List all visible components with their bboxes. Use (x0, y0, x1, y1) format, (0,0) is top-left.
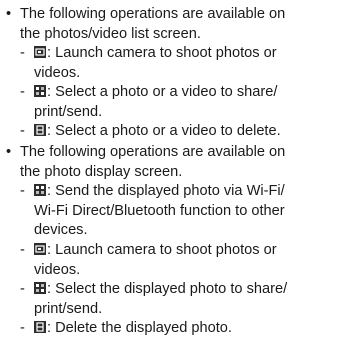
bullet-text-line: the photo display screen. (20, 163, 183, 180)
sub-item-delete: - : Delete the displayed photo. (0, 319, 232, 339)
dash: - (20, 84, 25, 100)
dash: - (20, 123, 25, 139)
sub-item-text: : Launch camera to shoot photos or (47, 242, 277, 258)
delete-icon (34, 124, 46, 136)
bullet-item-display-screen: • The following operations are available… (0, 143, 285, 182)
sub-item-delete: - : Select a photo or a video to delete. (0, 122, 281, 142)
bullet-item-list-screen: • The following operations are available… (0, 5, 285, 44)
delete-icon (34, 321, 46, 333)
sub-item-text: : Select the displayed photo to share/ (47, 281, 288, 297)
bullet-text-line: the photos/video list screen. (20, 25, 201, 42)
sub-item-text: print/send. (34, 103, 103, 120)
sub-item-text: print/send. (34, 300, 103, 317)
sub-item-camera: - : Launch camera to shoot photos or vid… (0, 241, 277, 280)
sub-item-text: devices. (34, 222, 88, 238)
sub-item-text: videos. (34, 64, 81, 81)
share-icon (34, 85, 46, 97)
sub-item-text: videos. (34, 261, 81, 278)
help-page: • The following operations are available… (0, 0, 342, 342)
sub-item-text: : Delete the displayed photo. (47, 320, 232, 336)
dash: - (20, 320, 25, 336)
camera-icon (34, 46, 46, 58)
dash: - (20, 281, 25, 297)
camera-icon (34, 243, 46, 255)
bullet-text-line: The following operations are available o… (20, 144, 286, 160)
sub-item-text: : Select a photo or a video to delete. (47, 123, 281, 139)
sub-item-share: - : Select a photo or a video to share/ … (0, 83, 277, 122)
dash: - (20, 242, 25, 258)
share-icon (34, 282, 46, 294)
sub-item-text: : Select a photo or a video to share/ (47, 84, 278, 100)
sub-item-text: : Send the displayed photo via Wi-Fi/ (47, 183, 285, 199)
sub-item-camera: - : Launch camera to shoot photos or vid… (0, 44, 277, 83)
bullet: • (6, 144, 12, 160)
dash: - (20, 45, 25, 61)
sub-item-text: Wi-Fi Direct/Bluetooth function to other (34, 202, 285, 219)
bullet-text-line: The following operations are available o… (20, 6, 286, 22)
sub-item-share: - : Select the displayed photo to share/… (0, 280, 287, 319)
sub-item-text: : Launch camera to shoot photos or (47, 45, 277, 61)
bullet: • (6, 6, 12, 22)
wireless-send-icon (34, 184, 46, 196)
dash: - (20, 183, 25, 199)
sub-item-wireless-send: - : Send the displayed photo via Wi-Fi/ … (0, 182, 285, 241)
